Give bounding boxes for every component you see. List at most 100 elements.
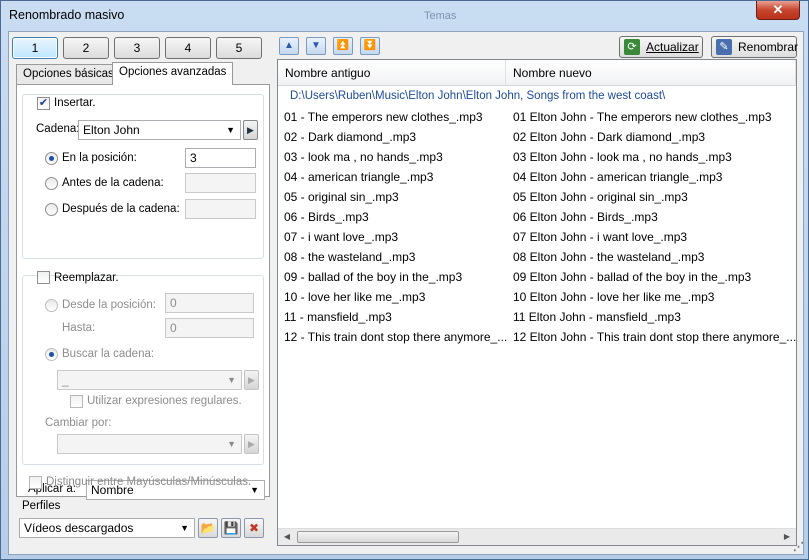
preset-5-button[interactable]: 5 — [216, 37, 262, 59]
folder-path: D:\Users\Ruben\Music\Elton John\Elton Jo… — [290, 90, 666, 102]
profiles-combo[interactable]: Vídeos descargados ▼ — [19, 518, 195, 538]
search-string-menu-button[interactable]: ▶ — [244, 370, 259, 390]
move-down-button[interactable]: ▼ — [306, 37, 326, 55]
preset-4-button[interactable]: 4 — [165, 37, 211, 59]
chevron-down-icon: ▼ — [226, 125, 235, 135]
insert-string-menu-button[interactable]: ▶ — [243, 120, 258, 140]
to-position-input[interactable]: 0 — [165, 318, 254, 338]
search-string-combo[interactable]: _ ▼ — [57, 370, 242, 390]
old-name-cell[interactable]: 05 - original sin_.mp3 — [284, 190, 399, 204]
new-name-cell[interactable]: 11 Elton John - mansfield_.mp3 — [513, 310, 681, 324]
string-label: Cadena: — [36, 123, 80, 135]
to-position-label: Hasta: — [62, 322, 96, 334]
column-new-name[interactable]: Nombre nuevo — [506, 60, 796, 86]
insert-checkbox[interactable]: ✔ — [37, 97, 50, 110]
old-name-cell[interactable]: 10 - love her like me_.mp3 — [284, 290, 425, 304]
insert-label: Insertar. — [54, 97, 96, 109]
move-up-button[interactable]: ▲ — [279, 37, 299, 55]
arrow-up-icon: ▲ — [284, 40, 294, 51]
search-string-label: Buscar la cadena: — [62, 348, 155, 360]
arrow-down-icon: ▼ — [311, 40, 321, 51]
insert-string-combo[interactable]: Elton John ▼ — [78, 120, 241, 140]
background-window-title: Temas — [424, 10, 457, 22]
after-string-input[interactable] — [185, 199, 256, 219]
title-bar[interactable]: Renombrado masivo Temas ✕ — [1, 1, 808, 31]
rename-icon: ✎ — [716, 39, 732, 55]
before-string-label: Antes de la cadena: — [62, 177, 164, 189]
new-name-cell[interactable]: 04 Elton John - american triangle_.mp3 — [513, 170, 722, 184]
from-position-radio[interactable] — [45, 299, 58, 312]
tab-basic-options[interactable]: Opciones básicas — [16, 64, 121, 84]
old-name-cell[interactable]: 12 - This train dont stop there anymore_… — [284, 330, 507, 344]
horizontal-scrollbar[interactable]: ◀ ▶ — [278, 528, 796, 545]
client-area: 1 2 3 4 5 Opciones básicas Opciones avan… — [8, 31, 804, 555]
old-name-cell[interactable]: 03 - look ma , no hands_.mp3 — [284, 150, 443, 164]
before-string-radio[interactable] — [45, 177, 58, 190]
rename-button[interactable]: ✎ Renombrar — [711, 36, 799, 58]
position-input[interactable]: 3 — [185, 148, 256, 168]
old-name-cell[interactable]: 08 - the wasteland_.mp3 — [284, 250, 415, 264]
old-name-cell[interactable]: 07 - i want love_.mp3 — [284, 230, 398, 244]
rename-button-label: Renombrar — [738, 40, 799, 54]
move-bottom-button[interactable]: ⏬ — [360, 37, 380, 55]
new-name-cell[interactable]: 09 Elton John - ballad of the boy in the… — [513, 270, 751, 284]
after-string-radio[interactable] — [45, 203, 58, 216]
new-name-cell[interactable]: 10 Elton John - love her like me_.mp3 — [513, 290, 714, 304]
scroll-left-icon[interactable]: ◀ — [280, 530, 294, 544]
new-name-cell[interactable]: 05 Elton John - original sin_.mp3 — [513, 190, 688, 204]
old-name-cell[interactable]: 09 - ballad of the boy in the_.mp3 — [284, 270, 462, 284]
refresh-button-label: Actualizar — [646, 40, 699, 54]
file-list[interactable]: Nombre antiguo Nombre nuevo D:\Users\Rub… — [277, 59, 797, 546]
arrow-right-icon: ▶ — [248, 439, 255, 449]
new-name-cell[interactable]: 07 Elton John - i want love_.mp3 — [513, 230, 687, 244]
from-position-input[interactable]: 0 — [165, 293, 254, 313]
chevron-down-icon: ▼ — [250, 485, 259, 495]
close-button[interactable]: ✕ — [756, 1, 800, 20]
double-arrow-up-icon: ⏫ — [336, 40, 350, 51]
before-string-input[interactable] — [185, 173, 256, 193]
search-string-radio[interactable] — [45, 348, 58, 361]
at-position-label: En la posición: — [62, 152, 137, 164]
case-sensitive-checkbox[interactable] — [29, 476, 42, 489]
arrow-right-icon: ▶ — [248, 375, 255, 385]
floppy-disk-icon: 💾 — [223, 521, 239, 535]
folder-icon: 📂 — [200, 521, 216, 535]
scrollbar-thumb[interactable] — [297, 531, 459, 543]
delete-document-icon: ✖ — [248, 521, 260, 535]
replace-checkbox[interactable] — [37, 271, 50, 284]
new-name-cell[interactable]: 02 Elton John - Dark diamond_.mp3 — [513, 130, 705, 144]
new-name-cell[interactable]: 12 Elton John - This train dont stop the… — [513, 330, 796, 344]
change-to-menu-button[interactable]: ▶ — [244, 434, 259, 454]
advanced-options-panel: ✔ Insertar. Cadena: Elton John ▼ ▶ En la… — [16, 84, 270, 500]
new-name-cell[interactable]: 03 Elton John - look ma , no hands_.mp3 — [513, 150, 732, 164]
preset-3-button[interactable]: 3 — [114, 37, 160, 59]
open-folder-button[interactable]: 📂 — [198, 518, 218, 538]
refresh-icon: ⟳ — [624, 39, 640, 55]
old-name-cell[interactable]: 01 - The emperors new clothes_.mp3 — [284, 110, 483, 124]
regex-label: Utilizar expresiones regulares. — [87, 395, 242, 407]
at-position-radio[interactable] — [45, 152, 58, 165]
old-name-cell[interactable]: 06 - Birds_.mp3 — [284, 210, 369, 224]
refresh-button[interactable]: ⟳ Actualizar — [619, 36, 703, 58]
column-old-name[interactable]: Nombre antiguo — [278, 60, 506, 86]
preset-1-button[interactable]: 1 — [12, 37, 58, 59]
double-arrow-down-icon: ⏬ — [363, 40, 377, 51]
resize-grip-icon[interactable]: ⋰ — [793, 540, 804, 553]
chevron-down-icon: ▼ — [227, 375, 236, 385]
new-name-cell[interactable]: 01 Elton John - The emperors new clothes… — [513, 110, 772, 124]
tab-advanced-options[interactable]: Opciones avanzadas — [112, 62, 234, 85]
delete-profile-button[interactable]: ✖ — [244, 518, 264, 538]
move-top-button[interactable]: ⏫ — [333, 37, 353, 55]
scroll-right-icon[interactable]: ▶ — [780, 530, 794, 544]
new-name-cell[interactable]: 08 Elton John - the wasteland_.mp3 — [513, 250, 704, 264]
regex-checkbox[interactable] — [70, 395, 83, 408]
old-name-cell[interactable]: 11 - mansfield_.mp3 — [284, 310, 392, 324]
old-name-cell[interactable]: 02 - Dark diamond_.mp3 — [284, 130, 416, 144]
replace-label: Reemplazar. — [54, 272, 119, 284]
old-name-cell[interactable]: 04 - american triangle_.mp3 — [284, 170, 433, 184]
change-to-combo[interactable]: ▼ — [57, 434, 242, 454]
new-name-cell[interactable]: 06 Elton John - Birds_.mp3 — [513, 210, 658, 224]
save-profile-button[interactable]: 💾 — [221, 518, 241, 538]
preset-2-button[interactable]: 2 — [63, 37, 109, 59]
rename-window: Renombrado masivo Temas ✕ 1 2 3 4 5 Opci… — [0, 0, 809, 560]
